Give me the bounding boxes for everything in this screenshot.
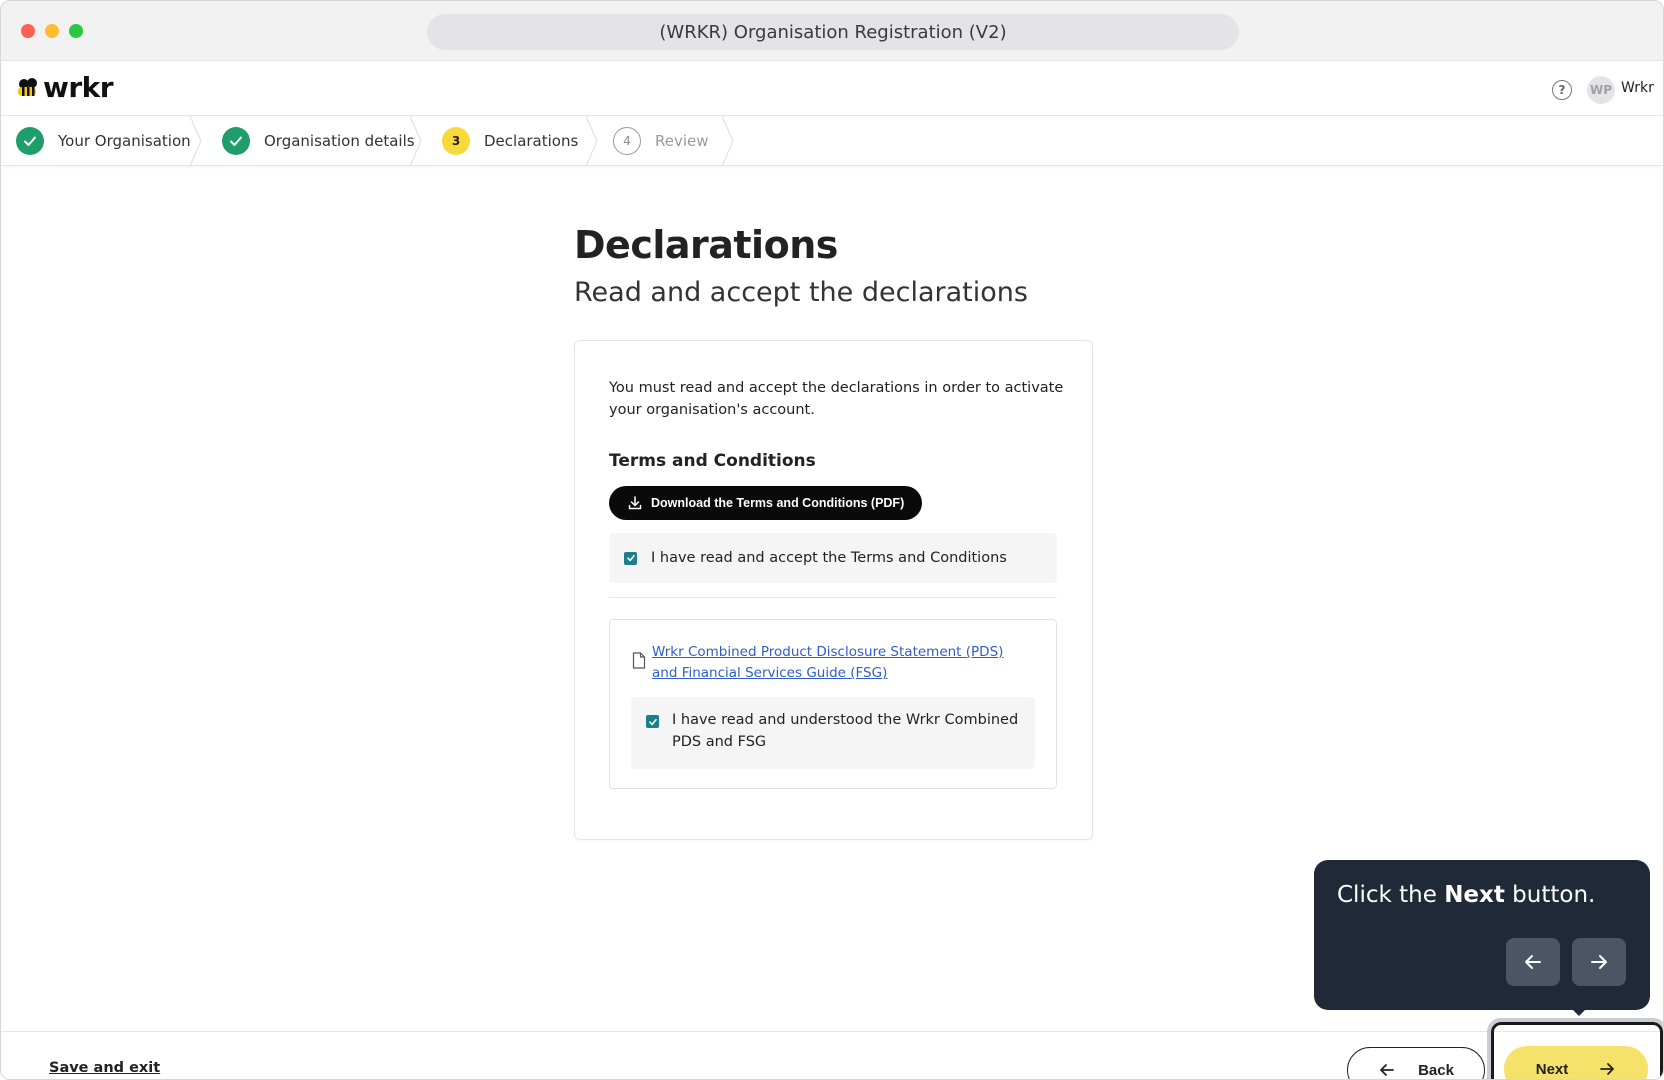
user-name[interactable]: Wrkr [1621,80,1654,96]
step-declarations[interactable]: 3 Declarations [442,116,578,166]
minimize-window-button[interactable] [45,24,59,38]
check-icon [16,127,44,155]
next-button[interactable]: Next [1504,1046,1648,1079]
avatar[interactable]: WP [1587,76,1615,104]
step-number: 3 [442,127,470,155]
pds-checkbox-label: I have read and understood the Wrkr Comb… [672,712,1019,750]
progress-stepper: Your Organisation Organisation details 3… [1,116,1663,166]
document-icon [632,652,646,669]
check-icon [222,127,250,155]
download-icon [628,496,642,510]
pds-checkbox-row[interactable]: I have read and understood the Wrkr Comb… [631,697,1035,769]
download-terms-label: Download the Terms and Conditions (PDF) [651,496,905,510]
step-label: Declarations [484,132,579,150]
divider [609,597,1057,598]
app-header: wrkr ? WP Wrkr [1,61,1663,116]
footer-bar: Save and exit Back [1,1031,1663,1079]
bee-logo-icon [18,77,37,96]
help-icon[interactable]: ? [1552,80,1572,100]
back-button[interactable]: Back [1347,1047,1485,1079]
step-organisation-details[interactable]: Organisation details [222,116,415,166]
arrow-left-icon [1380,1064,1394,1076]
step-separator [721,116,734,166]
tooltip-bold: Next [1444,882,1505,908]
checkmark-icon [648,718,657,725]
intro-text: You must read and accept the declaration… [609,380,1064,418]
logo-text: wrkr [43,71,114,104]
tooltip-previous-button[interactable] [1506,938,1560,986]
tooltip-message: Click the Next button. [1337,882,1595,908]
step-your-organisation[interactable]: Your Organisation [16,116,191,166]
step-label: Your Organisation [58,132,191,150]
step-number: 4 [613,127,641,155]
arrow-right-icon [1600,1063,1615,1075]
wrkr-logo[interactable]: wrkr [15,71,114,104]
tooltip-suffix: button. [1504,882,1596,908]
terms-checkbox-label: I have read and accept the Terms and Con… [651,550,1007,566]
download-terms-button[interactable]: Download the Terms and Conditions (PDF) [609,486,923,520]
back-label: Back [1418,1061,1454,1079]
tooltip-next-button[interactable] [1572,938,1626,986]
arrow-left-icon [1525,955,1541,969]
close-window-button[interactable] [21,24,35,38]
maximize-window-button[interactable] [69,24,83,38]
step-label: Organisation details [264,132,415,150]
terms-checkbox-row[interactable]: I have read and accept the Terms and Con… [609,533,1057,583]
title-bar: (WRKR) Organisation Registration (V2) [1,1,1663,61]
pds-fsg-link[interactable]: Wrkr Combined Product Disclosure Stateme… [652,642,1022,684]
pds-section: Wrkr Combined Product Disclosure Stateme… [609,619,1057,789]
step-separator [189,116,202,166]
step-review[interactable]: 4 Review [613,116,709,166]
guide-tooltip: Click the Next button. [1314,860,1650,1010]
terms-heading: Terms and Conditions [609,451,816,471]
pds-checkbox[interactable] [646,715,659,728]
save-and-exit-link[interactable]: Save and exit [49,1060,160,1076]
step-separator [585,116,598,166]
window-title: (WRKR) Organisation Registration (V2) [659,21,1007,43]
declarations-card: You must read and accept the declaration… [574,340,1093,840]
step-label: Review [655,132,709,150]
next-label: Next [1535,1060,1569,1078]
terms-checkbox[interactable] [624,551,637,565]
tooltip-pointer [1571,1008,1587,1016]
arrow-right-icon [1591,955,1607,969]
step-separator [409,116,422,166]
tooltip-prefix: Click the [1337,882,1445,908]
page-title: Declarations [574,223,838,267]
page-subtitle: Read and accept the declarations [574,277,1028,308]
window-title-bar[interactable]: (WRKR) Organisation Registration (V2) [427,14,1239,50]
checkmark-icon [626,555,635,562]
browser-window: (WRKR) Organisation Registration (V2) wr… [0,0,1664,1080]
